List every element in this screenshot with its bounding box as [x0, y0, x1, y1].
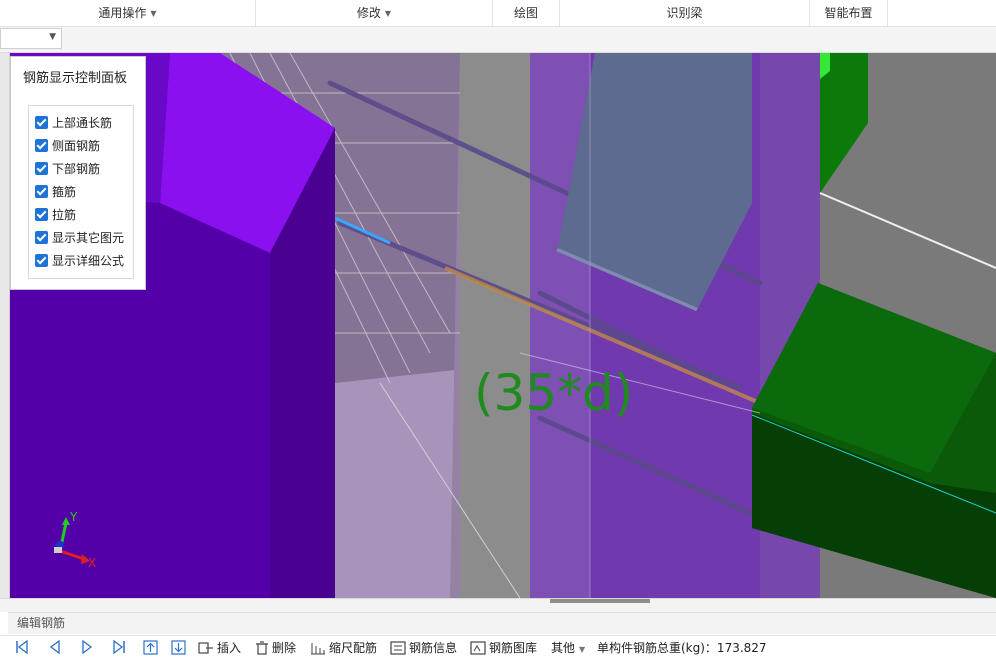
- ribbon-group-label: 智能布置: [824, 6, 873, 20]
- dimension-label: (35*d): [474, 364, 634, 422]
- trash-icon: [256, 641, 268, 655]
- total-weight-text: 单构件钢筋总重(kg)：173.827: [597, 641, 767, 655]
- option-show-other-elements[interactable]: 显示其它图元: [35, 228, 124, 248]
- checkbox-checked-icon[interactable]: [35, 162, 48, 175]
- rebar-display-control-panel: 钢筋显示控制面板 上部通长筋 侧面钢筋 下部钢筋 箍筋 拉筋 显示其它图元 显示…: [10, 56, 146, 290]
- option-top-through-bar[interactable]: 上部通长筋: [35, 113, 112, 133]
- 3d-viewport[interactable]: (35*d) Y X: [0, 53, 996, 598]
- delete-label: 删除: [272, 641, 297, 655]
- other-dropdown[interactable]: 其他 ▼: [551, 639, 585, 657]
- insert-icon: [198, 642, 213, 654]
- edit-rebar-toolbar: 插入 删除 缩尺配筋 钢筋信息 钢筋图库 其他 ▼ 单构件钢筋总重(kg)：173…: [0, 635, 996, 659]
- rebar-info-button[interactable]: 钢筋信息: [390, 639, 457, 657]
- ribbon-group-modify[interactable]: 修改 ▼: [256, 0, 493, 26]
- viewport-left-strip: [0, 53, 10, 598]
- splitter-grip[interactable]: [550, 599, 650, 603]
- 3d-scene[interactable]: [0, 53, 996, 598]
- last-record-icon[interactable]: [112, 640, 126, 654]
- delete-button[interactable]: 删除: [255, 639, 296, 657]
- option-bottom-rebar[interactable]: 下部钢筋: [35, 159, 100, 179]
- chevron-down-icon: ▼: [579, 645, 586, 654]
- first-record-icon[interactable]: [15, 640, 29, 654]
- panel-title: 钢筋显示控制面板: [23, 71, 128, 86]
- ribbon-group-general[interactable]: 通用操作 ▼: [0, 0, 256, 26]
- chevron-down-icon: ▼: [384, 9, 392, 18]
- edit-rebar-header: 编辑钢筋: [8, 612, 996, 634]
- checkbox-checked-icon[interactable]: [35, 116, 48, 129]
- rebar-info-label: 钢筋信息: [409, 641, 458, 655]
- option-label: 显示详细公式: [52, 254, 125, 268]
- ribbon-group-label: 修改: [356, 6, 381, 20]
- option-show-detailed-formula[interactable]: 显示详细公式: [35, 251, 124, 271]
- rebar-library-label: 钢筋图库: [489, 641, 538, 655]
- panel-options-box: 上部通长筋 侧面钢筋 下部钢筋 箍筋 拉筋 显示其它图元 显示详细公式: [28, 105, 134, 279]
- panel-splitter[interactable]: [0, 598, 996, 612]
- checkbox-checked-icon[interactable]: [35, 208, 48, 221]
- chevron-down-icon: ▼: [150, 9, 157, 18]
- ribbon-group-label: 绘图: [513, 6, 538, 20]
- move-down-icon[interactable]: [171, 640, 186, 655]
- scale-bars-icon: [311, 643, 325, 655]
- previous-record-icon[interactable]: [48, 640, 62, 654]
- ribbon-group-draw[interactable]: 绘图: [493, 0, 560, 26]
- axis-y-label: Y: [69, 510, 78, 524]
- ribbon-group-identify-beam[interactable]: 识别梁: [560, 0, 810, 26]
- ribbon-group-label: 识别梁: [666, 6, 703, 20]
- checkbox-checked-icon[interactable]: [35, 139, 48, 152]
- option-label: 上部通长筋: [52, 116, 113, 130]
- option-stirrup[interactable]: 箍筋: [35, 182, 76, 202]
- ribbon-group-bar: 通用操作 ▼ 修改 ▼ 绘图 识别梁 智能布置: [0, 0, 996, 27]
- option-label: 箍筋: [52, 185, 77, 199]
- info-list-icon: [390, 641, 406, 655]
- option-label: 下部钢筋: [52, 162, 101, 176]
- scaled-rebar-button[interactable]: 缩尺配筋: [310, 639, 377, 657]
- move-up-icon[interactable]: [143, 640, 158, 655]
- checkbox-checked-icon[interactable]: [35, 231, 48, 244]
- checkbox-checked-icon[interactable]: [35, 254, 48, 267]
- insert-label: 插入: [217, 641, 242, 655]
- chevron-down-icon[interactable]: ▼: [49, 32, 56, 42]
- edit-rebar-title: 编辑钢筋: [17, 616, 66, 630]
- option-side-rebar[interactable]: 侧面钢筋: [35, 136, 100, 156]
- ribbon-group-smart-layout[interactable]: 智能布置: [810, 0, 888, 26]
- scaled-rebar-label: 缩尺配筋: [329, 641, 378, 655]
- other-label: 其他: [551, 641, 576, 655]
- insert-button[interactable]: 插入: [198, 639, 241, 657]
- option-tie-bar[interactable]: 拉筋: [35, 205, 76, 225]
- option-label: 拉筋: [52, 208, 77, 222]
- property-combo-bar: ▼: [0, 27, 996, 53]
- rebar-library-button[interactable]: 钢筋图库: [470, 639, 537, 657]
- axis-gizmo: Y X: [54, 510, 96, 570]
- library-icon: [470, 641, 486, 655]
- checkbox-checked-icon[interactable]: [35, 185, 48, 198]
- option-label: 显示其它图元: [52, 231, 125, 245]
- ribbon-group-label: 通用操作: [98, 6, 147, 20]
- layer-select[interactable]: ▼: [0, 28, 62, 49]
- option-label: 侧面钢筋: [52, 139, 101, 153]
- next-record-icon[interactable]: [80, 640, 94, 654]
- axis-x-label: X: [88, 556, 96, 570]
